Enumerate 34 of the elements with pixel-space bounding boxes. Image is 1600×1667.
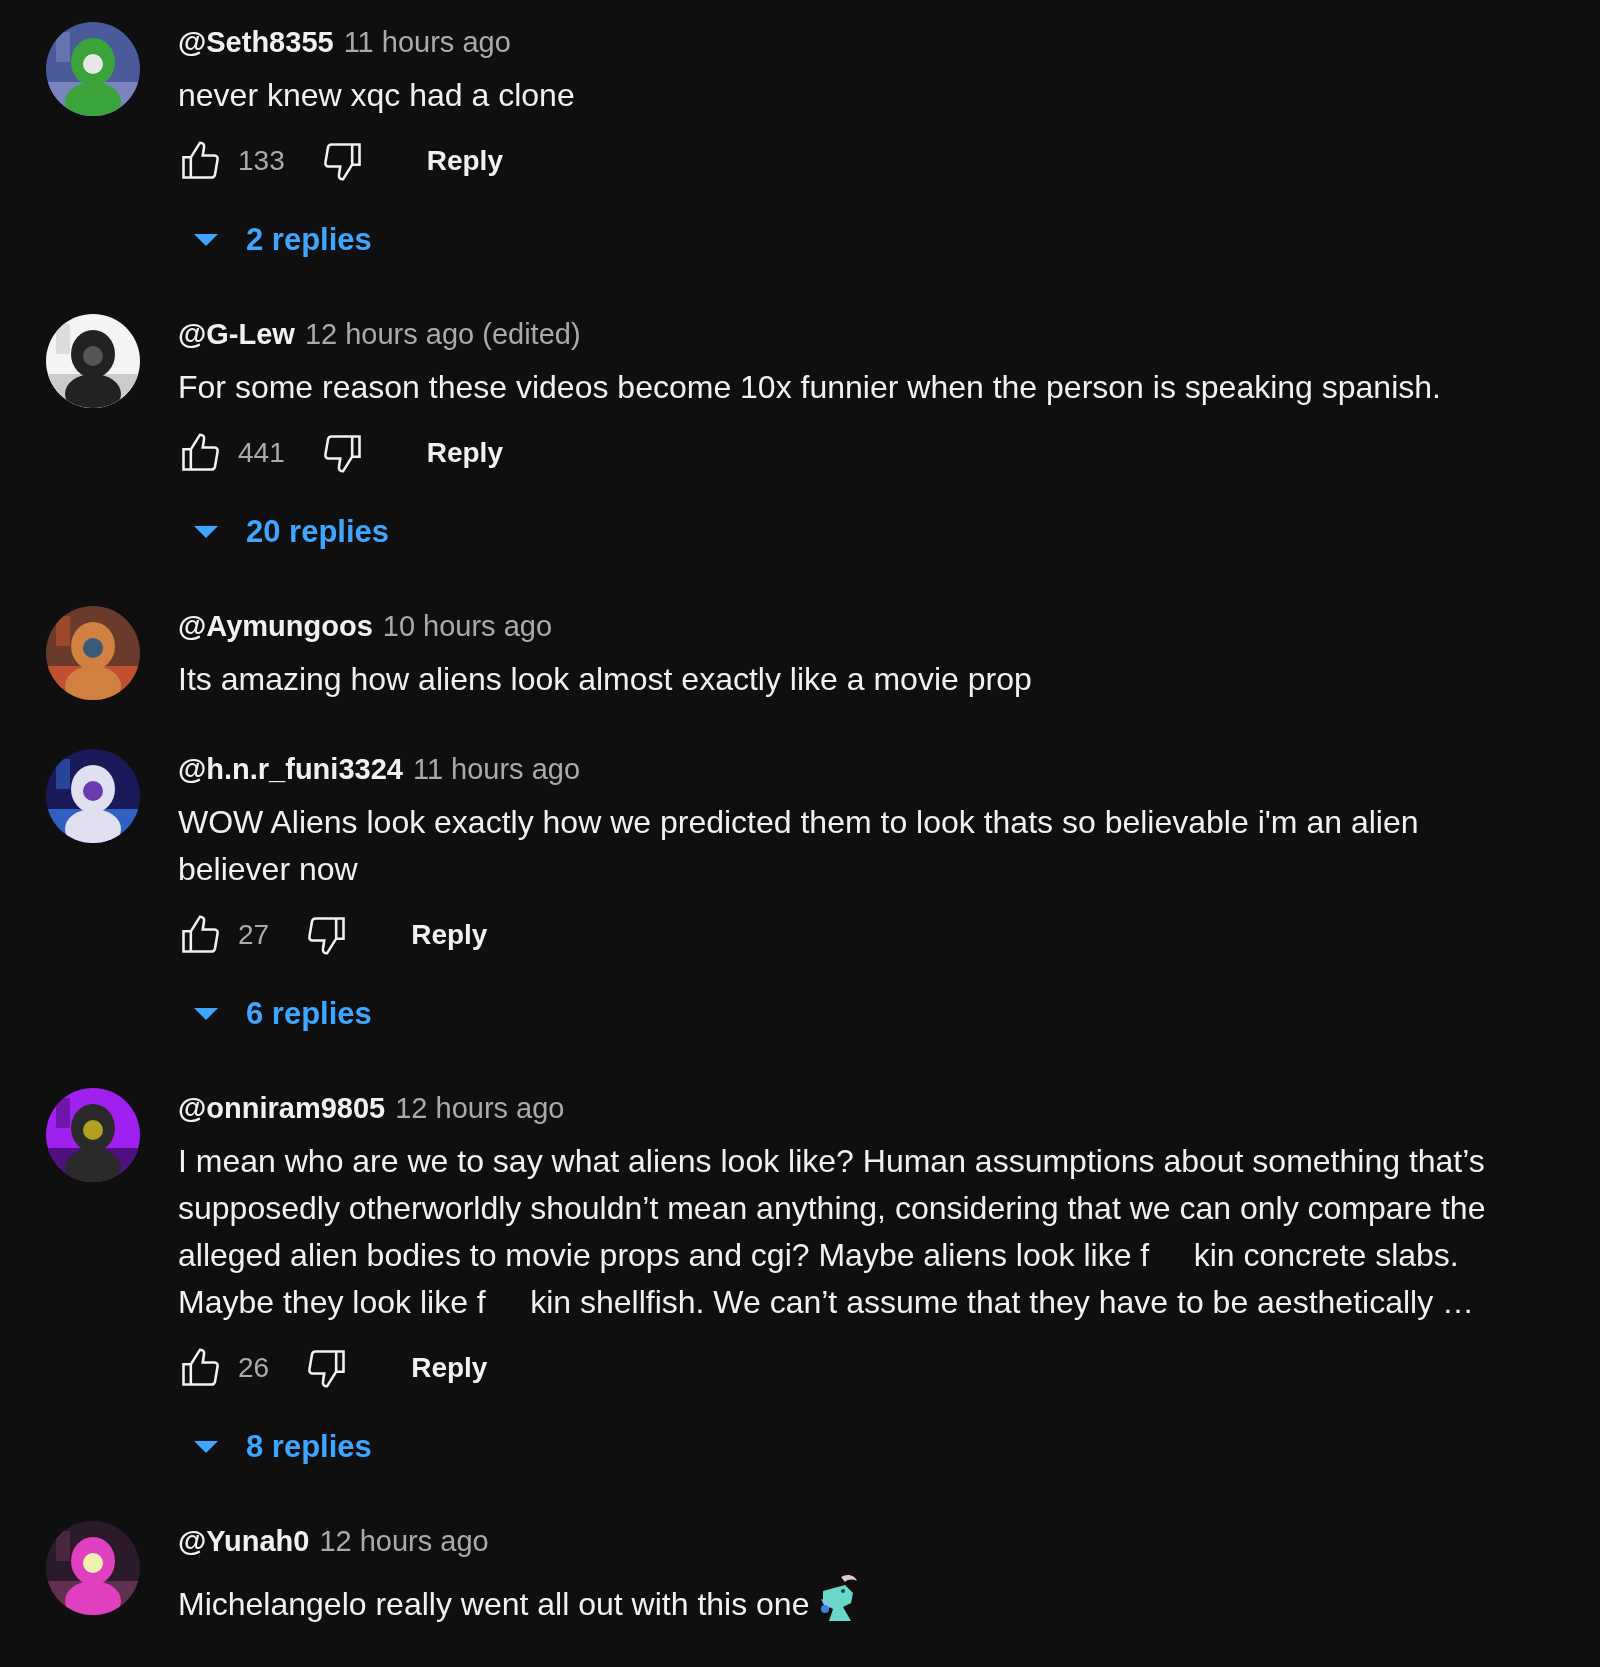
comment-time: 10 hours ago xyxy=(382,609,553,644)
reply-button[interactable]: Reply xyxy=(399,913,500,957)
replies-toggle[interactable]: 2 replies xyxy=(178,212,372,268)
comment-text: never knew xqc had a clone xyxy=(178,77,575,113)
caret-icon xyxy=(194,234,218,246)
comment-time: 11 hours ago xyxy=(412,752,581,787)
author-name[interactable]: @h.n.r_funi3324 xyxy=(178,749,403,789)
reply-button[interactable]: Reply xyxy=(399,1346,500,1390)
like-count: 441 xyxy=(238,437,285,469)
like-count: 27 xyxy=(238,919,270,951)
comment-text: I mean who are we to say what aliens look like? Human assumptions about something that’s supposedly otherworldly shouldn’t mean anything, considering that we can only compare the alleged alien bodies to movie props and cgi? Maybe aliens look like f kin concrete slabs. Maybe they look like f kin shellfish. We can’t assume that they have to be aesthetically … xyxy=(178,1143,1487,1320)
comment-time: 11 hours ago xyxy=(343,25,511,60)
replies-toggle[interactable]: 6 replies xyxy=(178,986,372,1042)
caret-icon xyxy=(194,1441,218,1453)
author-name[interactable]: @onniram9805 xyxy=(178,1088,386,1128)
comment-text: Its amazing how aliens look almost exactly like a movie prop xyxy=(178,661,1032,697)
replies-toggle[interactable]: 20 replies xyxy=(178,504,390,560)
author-name[interactable]: @Seth8355 xyxy=(178,22,334,62)
author-name[interactable]: @G-Lew xyxy=(178,314,295,354)
author-name[interactable]: @Aymungoos xyxy=(178,606,373,646)
comment-time: 12 hours ago (edited) xyxy=(304,317,581,352)
caret-icon xyxy=(194,526,218,538)
comment-time: 12 hours ago xyxy=(319,1524,489,1559)
comment-text: Michelangelo really went all out with this one xyxy=(178,1586,810,1622)
reply-button[interactable]: Reply xyxy=(414,139,515,183)
like-count: 133 xyxy=(238,145,285,177)
like-count: 26 xyxy=(238,1352,270,1384)
comment-time: 12 hours ago xyxy=(395,1091,565,1126)
comment-text: For some reason these videos become 10x funnier when the person is speaking spanish. xyxy=(178,369,1441,405)
replies-toggle[interactable]: 8 replies xyxy=(178,1419,372,1475)
caret-icon xyxy=(194,1008,218,1020)
comment-text: WOW Aliens look exactly how we predicted them to look thats so believable i'm an alien believer now xyxy=(178,804,1420,887)
author-name[interactable]: @Yunah0 xyxy=(178,1521,310,1561)
reply-button[interactable]: Reply xyxy=(414,431,515,475)
